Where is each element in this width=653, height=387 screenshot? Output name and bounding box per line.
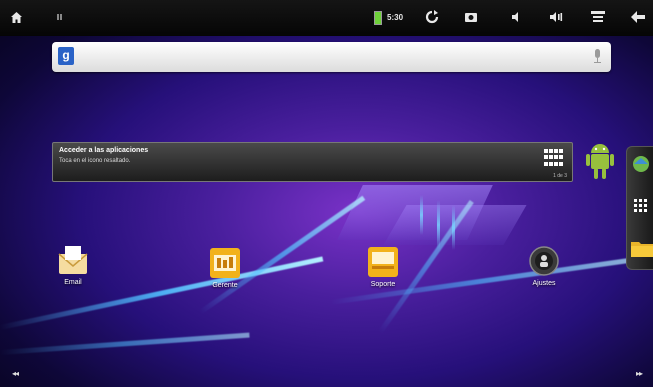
- widget-page-indicator: 1 de 3: [553, 173, 567, 179]
- google-logo[interactable]: g: [58, 47, 74, 65]
- widget-text: Toca en el icono resaltado.: [59, 158, 131, 164]
- app-label: Gerente: [212, 282, 238, 289]
- app-email[interactable]: Email: [38, 244, 108, 286]
- browser-icon[interactable]: [632, 155, 650, 173]
- home-icon[interactable]: [10, 11, 23, 24]
- search-input[interactable]: [82, 46, 586, 70]
- apps-tip-widget[interactable]: Acceder a las aplicaciones Toca en el ic…: [52, 142, 573, 182]
- email-icon: [58, 246, 88, 274]
- widget-title: Acceder a las aplicaciones: [59, 147, 149, 154]
- app-label: Email: [64, 279, 82, 286]
- app-label: Ajustes: [532, 280, 556, 287]
- launcher-dock: [626, 146, 653, 270]
- android-robot-icon: [586, 144, 614, 179]
- all-apps-icon[interactable]: [634, 199, 648, 213]
- page-right-indicator[interactable]: ▸▸: [636, 369, 643, 378]
- app-ajustes[interactable]: Ajustes: [509, 245, 579, 287]
- camera-icon[interactable]: [464, 11, 478, 23]
- home-screen: 5:30 g Acceder a las aplicaciones Toca e…: [0, 0, 653, 387]
- refresh-icon[interactable]: [425, 10, 439, 24]
- app-soporte[interactable]: Soporte: [348, 246, 418, 288]
- back-icon[interactable]: [631, 11, 645, 23]
- page-left-indicator[interactable]: ◂◂: [12, 369, 19, 378]
- app-grid-icon: [544, 149, 564, 167]
- folder-icon[interactable]: [631, 239, 653, 257]
- volume-up-icon[interactable]: [549, 12, 563, 22]
- app-label: Soporte: [370, 281, 396, 288]
- volume-down-icon[interactable]: [511, 12, 522, 22]
- app-gerente[interactable]: Gerente: [190, 247, 260, 289]
- status-bar: 5:30: [0, 0, 653, 36]
- clock: 5:30: [387, 13, 404, 22]
- battery-icon: [374, 11, 382, 25]
- google-search-bar[interactable]: g: [52, 42, 611, 72]
- menu-icon[interactable]: [591, 11, 605, 23]
- settings-icon: [529, 246, 559, 276]
- microphone-icon[interactable]: [593, 49, 602, 63]
- manager-icon: [210, 248, 240, 278]
- support-icon: [368, 247, 398, 277]
- notification-icon[interactable]: [56, 12, 64, 22]
